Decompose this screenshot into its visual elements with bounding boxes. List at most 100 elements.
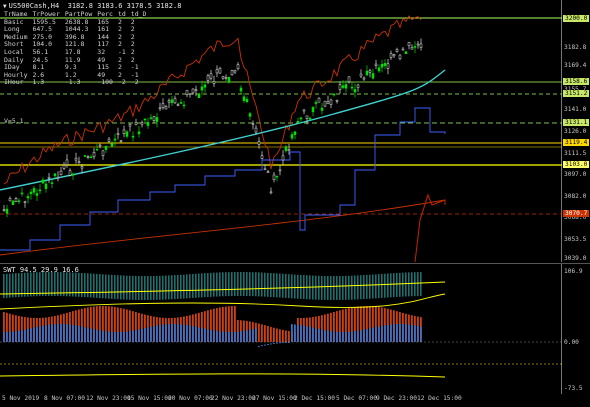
candle-body (215, 69, 219, 74)
candle-body (119, 140, 123, 142)
indicator-scale-label: -73.5 (564, 385, 583, 392)
histogram-bar-blue (9, 331, 11, 342)
histogram-bar-blue (213, 330, 215, 342)
price-tag: 3151.2 (563, 90, 590, 97)
candle-body (92, 152, 96, 157)
histogram-bar-blue (282, 342, 284, 344)
candle-body (8, 198, 12, 202)
candle-body (293, 131, 297, 135)
candle-body (392, 54, 396, 57)
candle-body (284, 146, 288, 152)
histogram-bar-blue (417, 325, 419, 342)
histogram-bar-teal (399, 272, 401, 297)
candle-body (407, 42, 411, 47)
histogram-bar-teal (339, 275, 341, 300)
histogram-bar-blue (333, 331, 335, 342)
histogram-bar-red (288, 331, 290, 342)
histogram-bar-blue (135, 329, 137, 342)
candle-body (398, 54, 402, 59)
price-tag: 3158.6 (563, 78, 590, 85)
time-axis-label: 27 Nov 15:00 (252, 395, 297, 402)
histogram-bar-blue (60, 324, 62, 342)
price-chart-panel[interactable]: ▼ US500Cash,H4 3182.8 3183.6 3178.5 3182.… (0, 0, 590, 262)
histogram-bar-teal (198, 273, 200, 298)
candle-body (353, 89, 357, 93)
histogram-bar-teal (78, 272, 80, 297)
indicator-plot-area[interactable] (0, 264, 562, 394)
histogram-bar-blue (243, 330, 245, 342)
candle-body (74, 157, 78, 161)
histogram-bar-blue (180, 324, 182, 342)
time-axis-label: 12 Dec 15:00 (417, 395, 462, 402)
candle-body (200, 86, 204, 91)
histogram-bar-teal (327, 275, 329, 300)
swt-indicator-panel[interactable]: SWT 94.5 29.9 16.6 106.9 0.00 -73.5 (0, 263, 590, 394)
histogram-bar-teal (288, 274, 290, 299)
candle-body (218, 67, 222, 74)
candle-body (323, 100, 327, 107)
histogram-bar-teal (189, 274, 191, 299)
candle-body (125, 131, 129, 137)
candle-body (80, 166, 84, 169)
candle-body (377, 67, 381, 72)
histogram-bar-teal (159, 275, 161, 300)
candle-body (356, 84, 360, 88)
candle-body (29, 191, 33, 195)
histogram-bar-blue (219, 331, 221, 342)
histogram-bar-blue (273, 342, 275, 344)
candle-body (38, 189, 42, 192)
candle-body (131, 135, 135, 138)
histogram-bar-teal (405, 272, 407, 297)
histogram-bar-blue (411, 324, 413, 342)
histogram-bar-blue (228, 331, 230, 342)
histogram-bar-blue (300, 325, 302, 342)
candle-body (59, 170, 63, 175)
candle-body (176, 104, 180, 106)
candle-body (242, 96, 246, 101)
histogram-bar-teal (315, 275, 317, 300)
price-scale-label: 3141.0 (564, 106, 587, 113)
candle-body (161, 103, 165, 108)
candle-body (419, 43, 423, 48)
histogram-bar-teal (369, 274, 371, 299)
histogram-bar-blue (279, 342, 281, 344)
histogram-bar-teal (123, 275, 125, 300)
histogram-bar-teal (99, 274, 101, 299)
histogram-bar-blue (261, 345, 263, 347)
histogram-bar-blue (375, 327, 377, 342)
histogram-bar-teal (87, 273, 89, 298)
histogram-bar-blue (102, 330, 104, 342)
candle-body (35, 193, 39, 196)
candle-body (104, 145, 108, 150)
histogram-bar-blue (225, 331, 227, 342)
price-tag: 3103.0 (563, 161, 590, 168)
candle-body (266, 171, 270, 173)
candle-body (53, 173, 57, 177)
table-cell: 1.3 (32, 78, 45, 87)
candle-body (134, 122, 138, 125)
candle-body (395, 48, 399, 52)
candle-body (287, 149, 291, 151)
candle-body (110, 143, 114, 147)
candle-body (140, 122, 144, 125)
histogram-bar-teal (177, 274, 179, 299)
histogram-bar-blue (405, 324, 407, 342)
candle-body (152, 116, 156, 122)
histogram-bar-teal (267, 272, 269, 297)
candle-body (89, 156, 93, 159)
candle-body (107, 138, 111, 142)
histogram-bar-blue (252, 329, 254, 342)
histogram-bar-blue (72, 324, 74, 342)
indicator-title: SWT 94.5 29.9 16.6 (3, 266, 79, 274)
histogram-bar-blue (408, 324, 410, 342)
histogram-bar-blue (210, 329, 212, 342)
candle-body (41, 179, 45, 184)
candle-body (320, 107, 324, 111)
candle-body (77, 161, 81, 164)
histogram-bar-teal (237, 272, 239, 297)
candle-body (128, 124, 132, 127)
histogram-bar-teal (252, 272, 254, 297)
histogram-bar-blue (393, 324, 395, 342)
resistance-spike-line (414, 193, 446, 262)
chart-title: ▼ US500Cash,H4 3182.8 3183.6 3178.5 3182.… (3, 2, 181, 10)
